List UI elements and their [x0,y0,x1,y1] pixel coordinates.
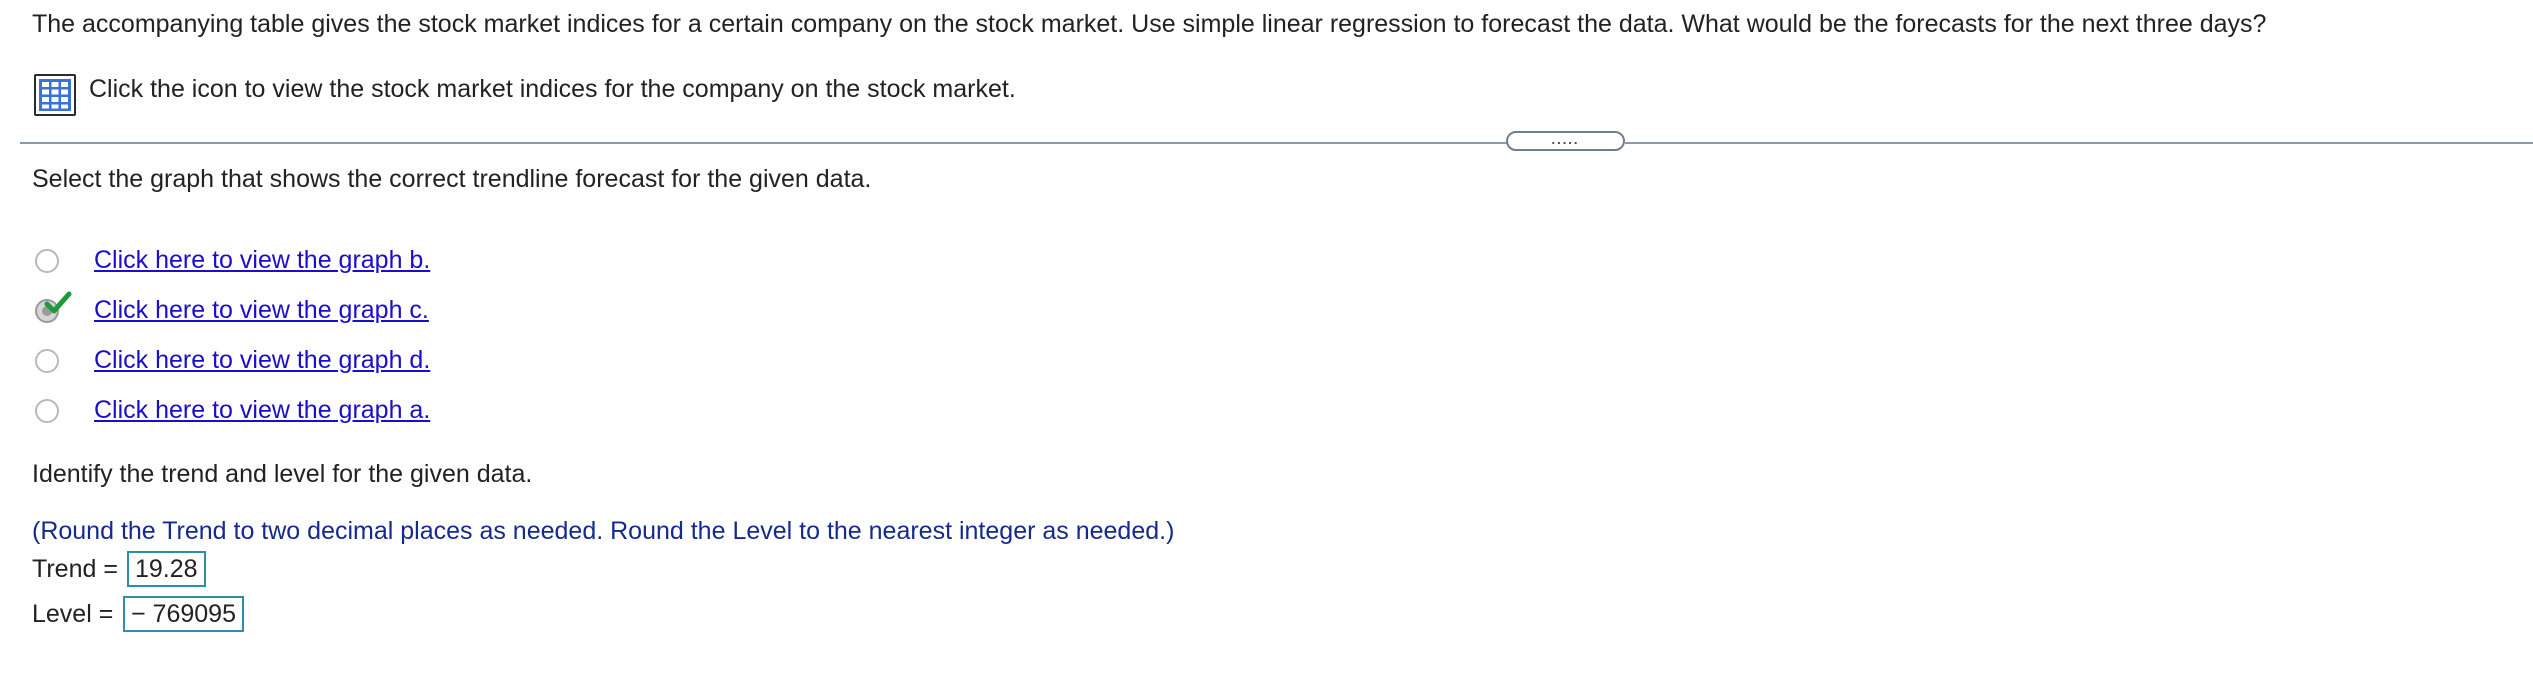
radio-button[interactable] [35,349,59,373]
rounding-note: (Round the Trend to two decimal places a… [32,517,1175,545]
graph-link-c[interactable]: Click here to view the graph c. [94,295,429,325]
trend-level-prompt: Identify the trend and level for the giv… [32,460,533,488]
question-text: The accompanying table gives the stock m… [32,10,2267,38]
level-answer-box[interactable]: − 769095 [123,596,244,632]
graph-link-a[interactable]: Click here to view the graph a. [94,395,430,425]
level-label: Level = [32,600,114,628]
section-divider [1625,142,2533,144]
radio-button[interactable] [35,399,59,423]
expand-handle-button[interactable]: ..... [1506,131,1625,151]
radio-button[interactable] [35,249,59,273]
table-grid-icon[interactable] [34,74,76,116]
graph-link-d[interactable]: Click here to view the graph d. [94,345,430,375]
graph-question-prompt: Select the graph that shows the correct … [32,165,872,193]
trend-label: Trend = [32,555,118,583]
table-grid-icon-graphic [39,79,71,111]
correct-checkmark-icon [44,291,72,314]
trend-answer-box[interactable]: 19.28 [127,551,206,587]
section-divider [20,142,1508,144]
graph-link-b[interactable]: Click here to view the graph b. [94,245,430,275]
data-link-text: Click the icon to view the stock market … [89,75,1016,103]
